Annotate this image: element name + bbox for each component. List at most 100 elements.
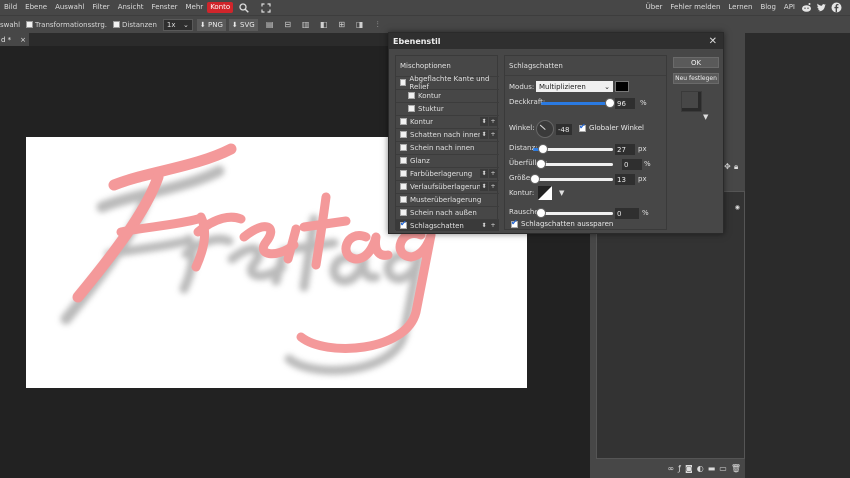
mask-icon[interactable]: ◙ xyxy=(685,464,693,473)
move-icon[interactable]: ✥ xyxy=(724,162,731,171)
opacity-input[interactable]: 96 xyxy=(615,98,635,109)
close-icon[interactable]: × xyxy=(20,36,26,44)
style-row[interactable]: Schein nach außen xyxy=(396,206,499,218)
distribute-icon[interactable]: ⫶ xyxy=(372,19,384,31)
menu-blog[interactable]: Blog xyxy=(756,0,779,15)
export-svg-button[interactable]: ⬇ SVG xyxy=(228,18,258,31)
align-middle-icon[interactable]: ⊟ xyxy=(282,19,294,31)
style-row[interactable]: Musterüberlagerung xyxy=(396,193,499,205)
reorder-icon[interactable]: ⬍ xyxy=(480,130,488,139)
align-bottom-icon[interactable]: ▥ xyxy=(300,19,312,31)
menu-lernen[interactable]: Lernen xyxy=(724,0,756,15)
distance-slider[interactable] xyxy=(533,144,613,154)
spread-input[interactable]: 0 xyxy=(622,159,642,170)
add-icon[interactable]: + xyxy=(489,130,497,139)
dialog-header[interactable]: Ebenenstil ✕ xyxy=(389,33,723,49)
chevron-down-icon[interactable]: ▼ xyxy=(559,189,564,197)
style-row[interactable]: Verlaufsüberlagerung ⬍ + xyxy=(396,180,499,192)
eye-icon[interactable]: ◉ xyxy=(735,204,740,211)
menu-filter[interactable]: Filter xyxy=(88,0,113,15)
link-icon[interactable]: ∞ xyxy=(667,464,674,473)
align-center-icon[interactable]: ⊞ xyxy=(336,19,348,31)
reorder-icon[interactable]: ⬍ xyxy=(480,182,488,191)
fullscreen-icon[interactable] xyxy=(260,2,272,14)
style-checkbox[interactable] xyxy=(408,92,415,99)
size-input[interactable]: 13 xyxy=(615,174,635,185)
reorder-icon[interactable]: ⬍ xyxy=(480,117,488,126)
knockout-toggle[interactable]: Schlagschatten aussparen xyxy=(511,218,613,228)
size-slider[interactable] xyxy=(530,174,613,184)
menu-api[interactable]: API xyxy=(780,0,799,15)
add-icon[interactable]: + xyxy=(489,182,497,191)
export-png-button[interactable]: ⬇ PNG xyxy=(196,18,226,31)
spread-slider[interactable] xyxy=(536,159,613,169)
menu-mehr[interactable]: Mehr xyxy=(182,0,208,15)
blend-options-header[interactable]: Mischoptionen xyxy=(396,56,497,76)
distance-input[interactable]: 27 xyxy=(615,144,635,155)
distances-toggle[interactable]: Distanzen xyxy=(113,21,157,29)
style-checkbox[interactable] xyxy=(400,196,407,203)
reddit-icon[interactable] xyxy=(801,2,812,13)
chevron-down-icon[interactable]: ▼ xyxy=(703,113,708,121)
menu-konto[interactable]: Konto xyxy=(207,2,234,13)
menu-ansicht[interactable]: Ansicht xyxy=(114,0,148,15)
new-style-button[interactable]: Neu festlegen xyxy=(673,73,719,84)
shadow-color-swatch[interactable] xyxy=(615,81,629,92)
menu-fehler-melden[interactable]: Fehler melden xyxy=(666,0,724,15)
twitter-icon[interactable] xyxy=(816,2,827,13)
style-row[interactable]: Schatten nach innen ⬍ + xyxy=(396,128,499,140)
align-top-icon[interactable]: ▤ xyxy=(264,19,276,31)
add-icon[interactable]: + xyxy=(489,221,497,230)
global-angle-toggle[interactable]: Globaler Winkel xyxy=(579,122,644,132)
menu-ueber[interactable]: Über xyxy=(642,0,667,15)
style-checkbox[interactable] xyxy=(400,131,407,138)
angle-input[interactable]: -48 xyxy=(556,124,572,135)
style-row[interactable]: Schlagschatten ⬍+ xyxy=(396,219,499,231)
style-row[interactable]: Kontur xyxy=(396,89,499,101)
ok-button[interactable]: OK xyxy=(673,57,719,68)
style-row[interactable]: Farbüberlagerung ⬍ + xyxy=(396,167,499,179)
lock-icon[interactable]: 🔒︎ xyxy=(734,162,738,172)
global-angle-checkbox[interactable] xyxy=(579,122,586,132)
distances-checkbox[interactable] xyxy=(113,21,121,28)
style-checkbox[interactable] xyxy=(400,118,407,125)
menu-bild[interactable]: Bild xyxy=(0,0,21,15)
slider-knob[interactable] xyxy=(605,98,616,108)
reorder-icon[interactable]: ⬍ xyxy=(480,169,488,178)
slider-knob[interactable] xyxy=(530,174,541,184)
knockout-checkbox[interactable] xyxy=(511,218,518,228)
folder-icon[interactable]: ▬ xyxy=(708,464,716,473)
style-checkbox[interactable] xyxy=(408,105,415,112)
opacity-slider[interactable] xyxy=(541,98,616,108)
style-row[interactable]: Kontur ⬍ + xyxy=(396,115,499,127)
transform-controls-toggle[interactable]: Transformationsstrg. xyxy=(26,21,107,29)
style-row[interactable]: Stuktur xyxy=(396,102,499,114)
style-checkbox[interactable] xyxy=(400,144,407,151)
facebook-icon[interactable] xyxy=(831,2,842,13)
style-row[interactable]: Glanz xyxy=(396,154,499,166)
style-row[interactable]: Abgeflachte Kante und Relief xyxy=(396,75,499,91)
document-tab[interactable]: d * × xyxy=(0,33,29,46)
transform-checkbox[interactable] xyxy=(26,21,34,28)
menu-fenster[interactable]: Fenster xyxy=(148,0,182,15)
style-checkbox[interactable] xyxy=(400,209,407,216)
close-icon[interactable]: ✕ xyxy=(709,36,717,47)
align-left-icon[interactable]: ◧ xyxy=(318,19,330,31)
slider-knob[interactable] xyxy=(536,208,546,218)
style-checkbox[interactable] xyxy=(400,183,407,190)
zoom-select[interactable]: 1x ⌄ xyxy=(162,18,193,31)
menu-auswahl[interactable]: Auswahl xyxy=(51,0,88,15)
menu-ebene[interactable]: Ebene xyxy=(21,0,51,15)
angle-dial[interactable] xyxy=(536,120,554,138)
trash-icon[interactable]: 🗑︎ xyxy=(731,464,741,473)
style-checkbox[interactable] xyxy=(400,157,407,164)
noise-input[interactable]: 0 xyxy=(615,208,639,219)
search-icon[interactable] xyxy=(238,2,250,14)
style-checkbox[interactable] xyxy=(400,79,407,86)
slider-knob[interactable] xyxy=(536,159,546,169)
add-icon[interactable]: + xyxy=(489,169,497,178)
reorder-icon[interactable]: ⬍ xyxy=(480,221,488,230)
style-row[interactable]: Schein nach innen xyxy=(396,141,499,153)
align-right-icon[interactable]: ◨ xyxy=(354,19,366,31)
contour-preview[interactable] xyxy=(538,186,552,200)
